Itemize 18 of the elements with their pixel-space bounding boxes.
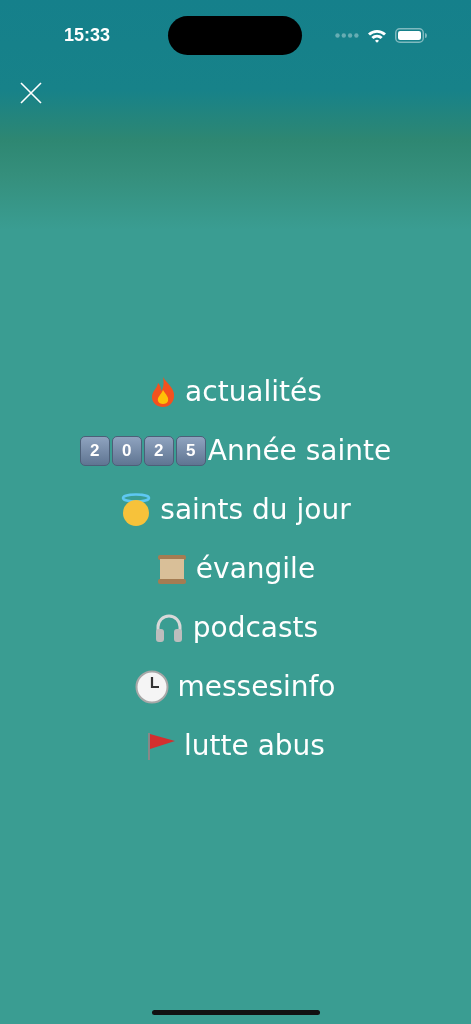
menu-item[interactable]: saints du jour xyxy=(120,480,351,539)
clock-icon xyxy=(135,669,170,704)
close-button[interactable] xyxy=(20,82,42,104)
menu-item[interactable]: évangile xyxy=(155,539,316,598)
keycap: 2 xyxy=(79,435,110,466)
signal-icon xyxy=(335,32,359,38)
keycap: 5 xyxy=(175,435,206,466)
menu-item[interactable]: actualités xyxy=(149,362,322,421)
menu-item[interactable]: podcasts xyxy=(152,598,319,657)
wifi-icon xyxy=(367,27,387,43)
keycap: 0 xyxy=(111,435,142,466)
scroll-icon xyxy=(155,552,188,585)
menu-item[interactable]: messesinfo xyxy=(135,657,336,716)
menu-item[interactable]: 2 0 2 5 Année sainte xyxy=(79,421,392,480)
battery-icon xyxy=(395,27,427,43)
status-time: 15:33 xyxy=(64,24,112,46)
menu-item[interactable]: lutte abus xyxy=(146,716,325,775)
keycap: 2 xyxy=(143,435,174,466)
